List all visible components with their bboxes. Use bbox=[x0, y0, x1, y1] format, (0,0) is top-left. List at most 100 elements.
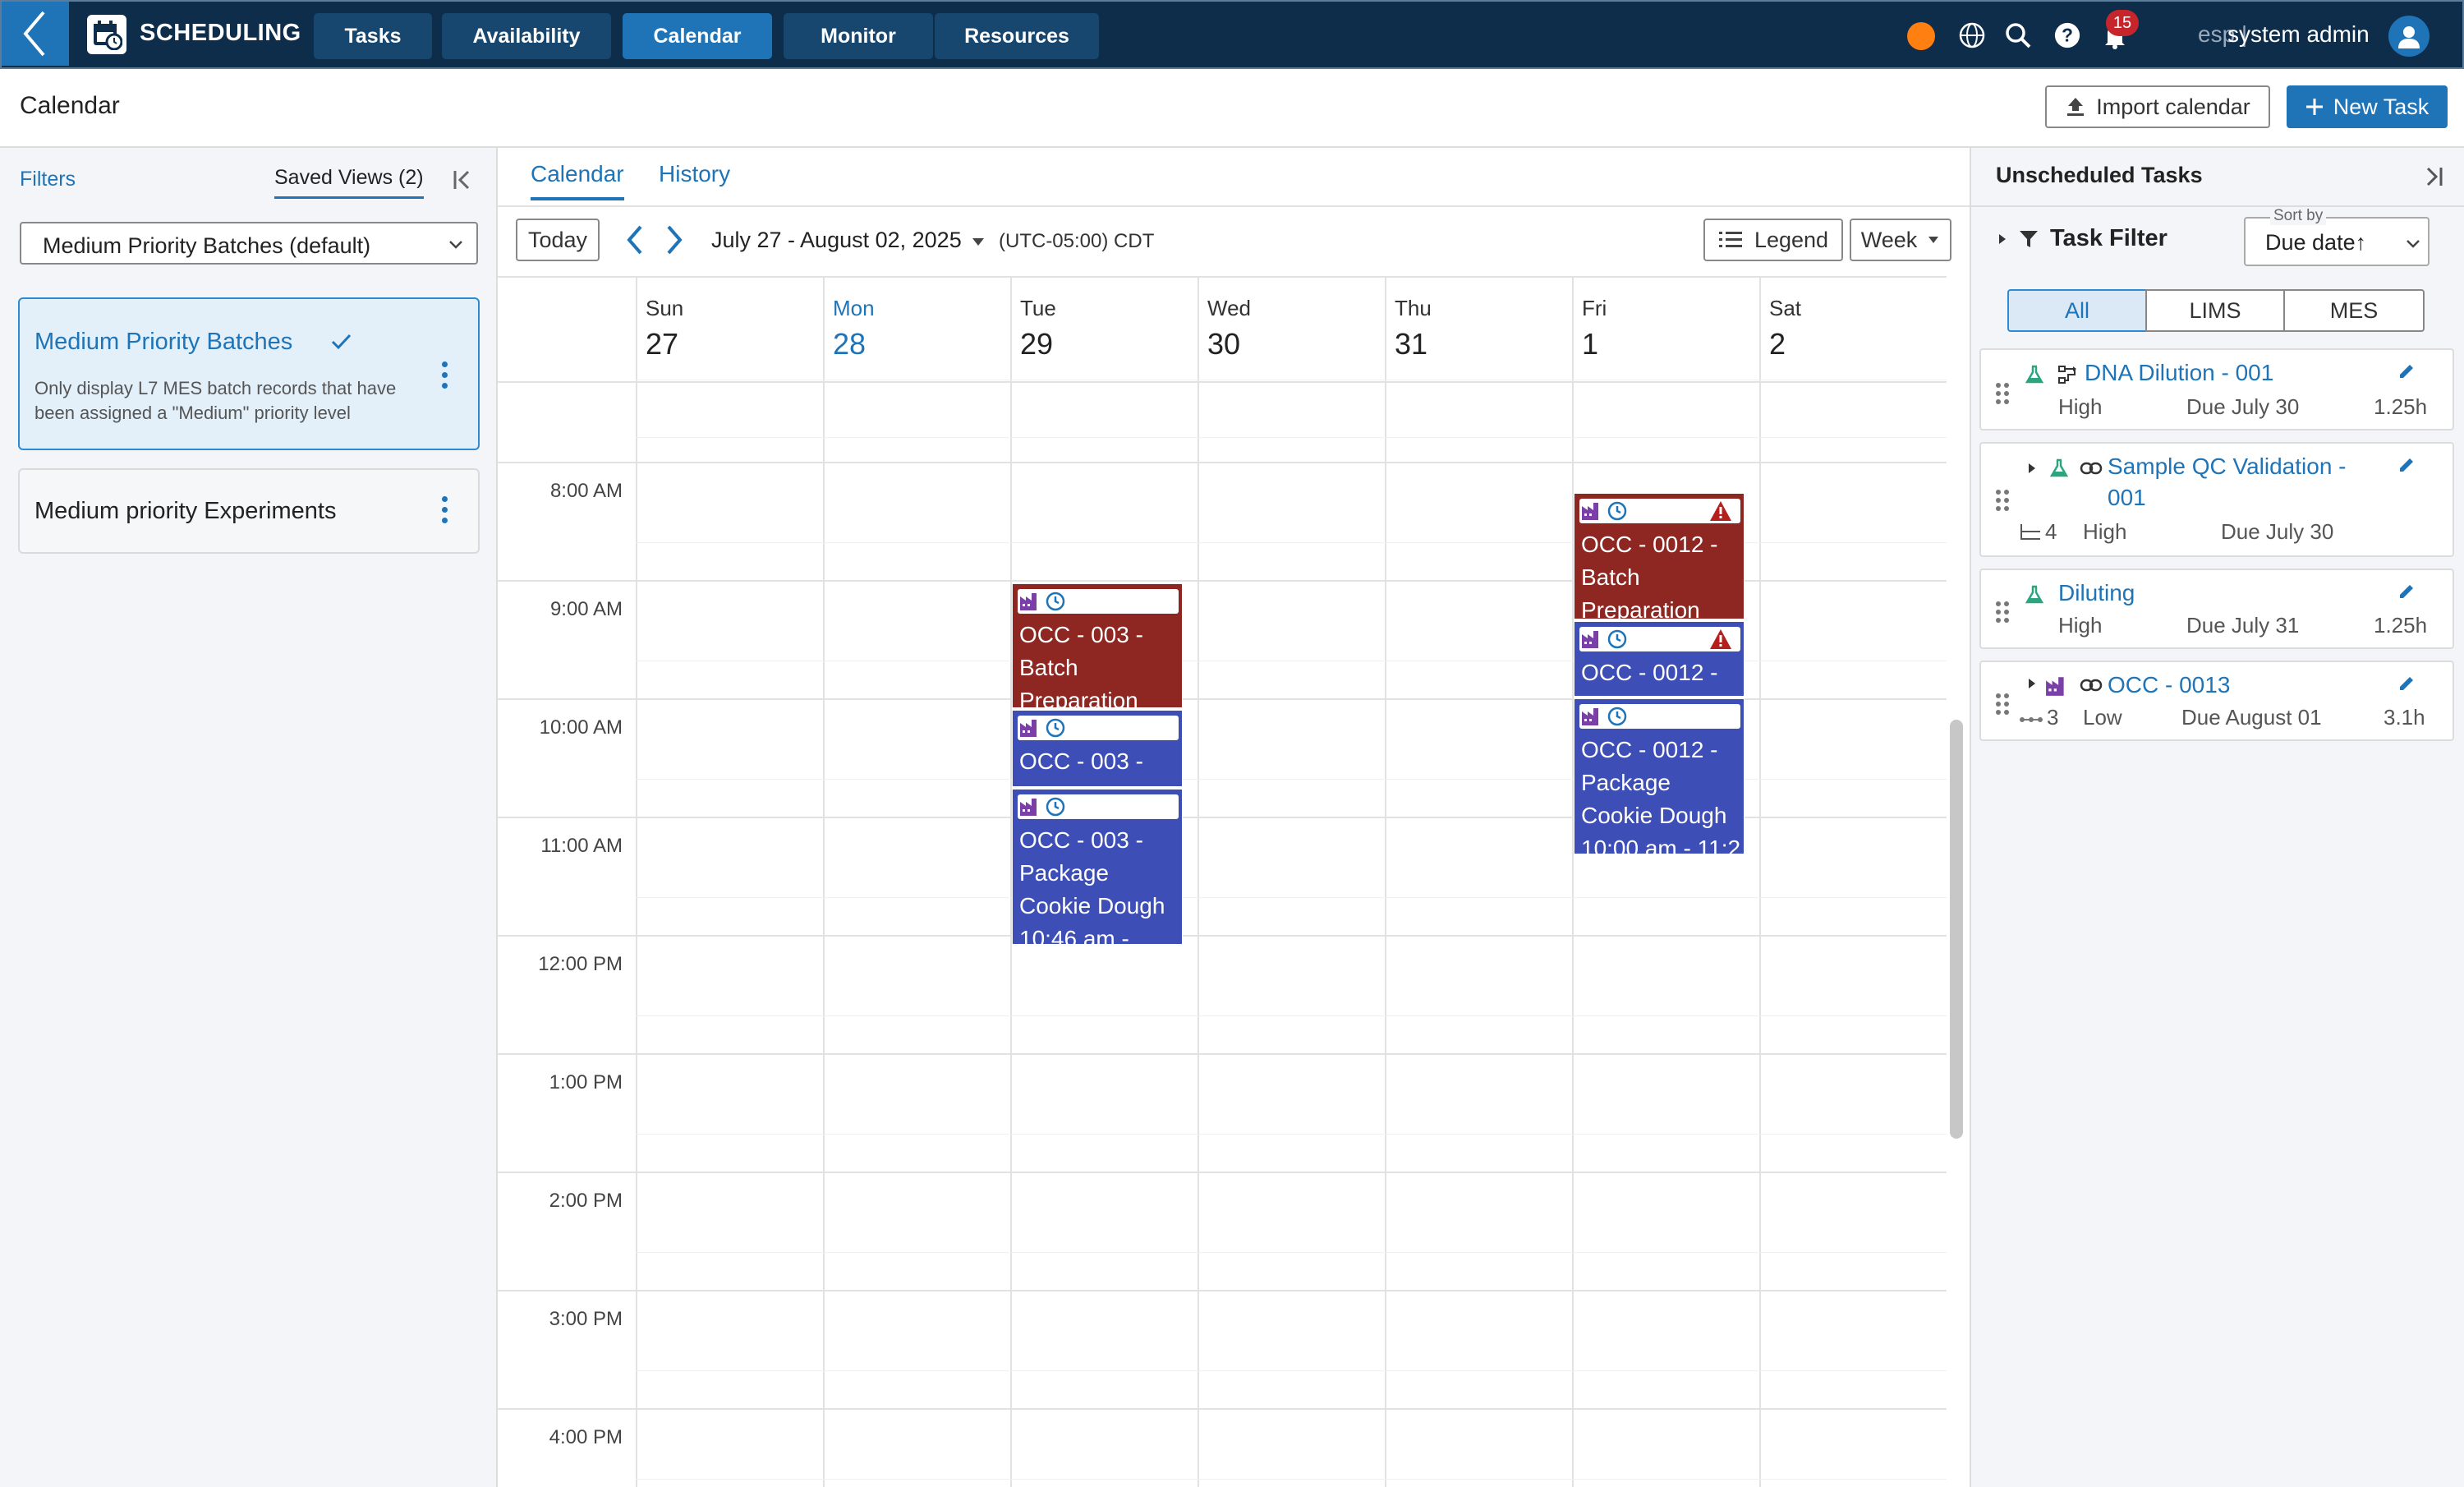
more-options-icon[interactable] bbox=[442, 361, 448, 389]
day-header-sat[interactable]: Sat 2 bbox=[1759, 278, 1947, 381]
task-filter-toggle[interactable]: Task Filter bbox=[1997, 225, 2167, 252]
chevron-down-icon bbox=[2407, 240, 2420, 248]
nav-tab-tasks[interactable]: Tasks bbox=[314, 13, 432, 59]
day-number: 31 bbox=[1395, 327, 1428, 361]
edit-icon[interactable] bbox=[2397, 455, 2416, 475]
calendar-event[interactable]: OCC - 003 - bbox=[1012, 710, 1183, 787]
day-header-wed[interactable]: Wed 30 bbox=[1198, 278, 1385, 381]
calendar-event[interactable]: OCC - 003 - Package Cookie Dough 10:46 a… bbox=[1012, 789, 1183, 945]
calendar-event[interactable]: OCC - 003 - Batch Preparation bbox=[1012, 583, 1183, 708]
task-title[interactable]: Diluting bbox=[2058, 580, 2135, 606]
link-icon bbox=[2080, 679, 2103, 692]
edit-icon[interactable] bbox=[2397, 582, 2416, 601]
grid-half-line bbox=[636, 1134, 1947, 1135]
day-header-tue[interactable]: Tue 29 bbox=[1010, 278, 1198, 381]
tabs-divider bbox=[498, 205, 1970, 207]
back-button[interactable] bbox=[2, 2, 69, 66]
panel-divider bbox=[1970, 205, 2464, 207]
caret-right-icon[interactable] bbox=[2027, 677, 2037, 690]
saved-view-description: Only display L7 MES batch records that h… bbox=[34, 378, 397, 423]
status-dot-icon[interactable] bbox=[1907, 22, 1935, 50]
day-number: 1 bbox=[1582, 327, 1599, 361]
collapse-left-icon[interactable] bbox=[450, 168, 475, 192]
new-task-button[interactable]: New Task bbox=[2287, 85, 2448, 128]
task-card[interactable]: OCC - 0013 3 Low Due August 01 3.1h bbox=[1979, 661, 2454, 741]
segment-lims[interactable]: LIMS bbox=[2145, 289, 2285, 332]
saved-view-select[interactable]: Medium Priority Batches (default) bbox=[20, 222, 478, 265]
calendar-event[interactable]: OCC - 0012 - bbox=[1574, 621, 1745, 697]
nav-tab-availability[interactable]: Availability bbox=[442, 13, 611, 59]
task-due: Due July 31 bbox=[2186, 613, 2300, 638]
clock-icon bbox=[1607, 629, 1627, 649]
saved-view-title: Medium priority Experiments bbox=[34, 498, 337, 524]
day-header-sun[interactable]: Sun 27 bbox=[636, 278, 823, 381]
search-icon[interactable] bbox=[2004, 21, 2032, 49]
tab-history[interactable]: History bbox=[659, 161, 730, 187]
task-card[interactable]: Diluting High Due July 31 1.25h bbox=[1979, 569, 2454, 649]
nav-tab-calendar[interactable]: Calendar bbox=[623, 13, 772, 59]
task-title-line2[interactable]: 001 bbox=[2108, 485, 2146, 511]
flask-icon bbox=[2025, 365, 2043, 384]
user-name[interactable]: system admin bbox=[2227, 21, 2370, 48]
next-week-icon[interactable] bbox=[664, 223, 685, 256]
drag-handle-icon[interactable] bbox=[1996, 601, 2009, 626]
chevron-down-icon bbox=[449, 241, 462, 249]
calendar-event[interactable]: OCC - 0012 - Package Cookie Dough 10:00 … bbox=[1574, 698, 1745, 854]
caret-right-icon[interactable] bbox=[2027, 462, 2037, 475]
caret-down-icon[interactable] bbox=[971, 237, 986, 248]
collapse-right-icon[interactable] bbox=[2421, 164, 2446, 189]
nav-tab-resources[interactable]: Resources bbox=[935, 13, 1099, 59]
task-card[interactable]: DNA Dilution - 001 High Due July 30 1.25… bbox=[1979, 348, 2454, 430]
import-calendar-button[interactable]: Import calendar bbox=[2045, 85, 2270, 128]
calendar-scrollbar[interactable] bbox=[1950, 720, 1963, 1139]
task-title[interactable]: DNA Dilution - 001 bbox=[2085, 360, 2273, 386]
notification-badge: 15 bbox=[2106, 10, 2139, 36]
view-mode-select[interactable]: Week bbox=[1850, 219, 1951, 261]
day-header-mon[interactable]: Mon 28 bbox=[823, 278, 1010, 381]
filters-tab[interactable]: Filters bbox=[20, 168, 76, 191]
saved-view-card-active[interactable]: Medium Priority Batches Only display L7 … bbox=[18, 297, 480, 450]
time-label: 3:00 PM bbox=[549, 1308, 623, 1330]
new-task-label: New Task bbox=[2333, 94, 2430, 119]
nav-tab-monitor[interactable]: Monitor bbox=[784, 13, 933, 59]
factory-icon bbox=[1020, 593, 1037, 610]
factory-icon bbox=[1582, 503, 1598, 520]
sort-value: Due date↑ bbox=[2265, 230, 2367, 255]
task-priority: High bbox=[2058, 394, 2103, 419]
subtask-count: 3 bbox=[2047, 705, 2059, 730]
plus-icon bbox=[2305, 99, 2323, 115]
drag-handle-icon[interactable] bbox=[1996, 383, 2009, 407]
user-avatar-icon[interactable] bbox=[2388, 16, 2430, 57]
segment-mes[interactable]: MES bbox=[2283, 289, 2425, 332]
edit-icon[interactable] bbox=[2397, 674, 2416, 693]
legend-button[interactable]: Legend bbox=[1703, 219, 1843, 261]
globe-icon[interactable] bbox=[1958, 21, 1986, 49]
help-icon[interactable]: ? bbox=[2053, 21, 2081, 49]
calendar-event[interactable]: OCC - 0012 - Batch Preparation bbox=[1574, 493, 1745, 619]
saved-views-tab[interactable]: Saved Views (2) bbox=[274, 166, 424, 199]
day-divider bbox=[1385, 381, 1386, 1487]
task-card[interactable]: Sample QC Validation - 001 4 High Due Ju… bbox=[1979, 442, 2454, 557]
day-header-fri[interactable]: Fri 1 bbox=[1572, 278, 1759, 381]
day-header-thu[interactable]: Thu 31 bbox=[1385, 278, 1572, 381]
edit-icon[interactable] bbox=[2397, 361, 2416, 381]
date-range[interactable]: July 27 - August 02, 2025 bbox=[711, 228, 962, 253]
today-button[interactable]: Today bbox=[516, 219, 600, 261]
drag-handle-icon[interactable] bbox=[1996, 490, 2009, 514]
task-filter-label: Task Filter bbox=[2050, 225, 2167, 251]
event-icon-bar bbox=[1018, 794, 1179, 819]
tab-calendar[interactable]: Calendar bbox=[531, 161, 624, 200]
drag-handle-icon[interactable] bbox=[1996, 693, 2009, 718]
day-name: Sun bbox=[646, 296, 684, 320]
time-label: 1:00 PM bbox=[549, 1071, 623, 1093]
grid-hour-line bbox=[498, 1290, 1947, 1291]
time-label: 11:00 AM bbox=[540, 835, 623, 857]
segment-all[interactable]: All bbox=[2007, 289, 2147, 332]
previous-week-icon[interactable] bbox=[624, 223, 646, 256]
event-title: OCC - 003 - Batch Preparation bbox=[1019, 622, 1143, 708]
saved-view-card[interactable]: Medium priority Experiments bbox=[18, 468, 480, 554]
task-title-line1[interactable]: Sample QC Validation - bbox=[2108, 453, 2347, 480]
task-title[interactable]: OCC - 0013 bbox=[2108, 672, 2230, 698]
more-options-icon[interactable] bbox=[442, 496, 448, 523]
timezone-label: (UTC-05:00) CDT bbox=[999, 230, 1155, 252]
